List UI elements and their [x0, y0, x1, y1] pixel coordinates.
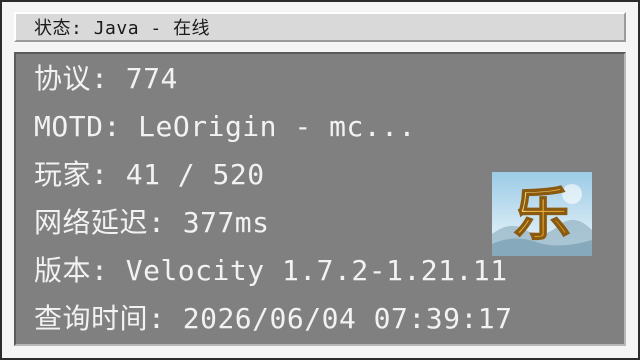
title-separator: :	[71, 18, 94, 39]
latency-label: 网络延迟	[34, 206, 149, 239]
motd-label: MOTD	[34, 110, 104, 143]
title-bar: 状态: Java - 在线	[14, 12, 626, 42]
query-time-value: 2026/06/04 07:39:17	[182, 302, 513, 335]
info-panel: 协议: 774 MOTD: LeOrigin - mc... 玩家: 41 / …	[14, 52, 626, 346]
protocol-row: 协议: 774	[34, 62, 178, 96]
latency-value: 377ms	[182, 206, 270, 239]
version-label: 版本	[34, 254, 92, 287]
title-dash: -	[139, 18, 174, 39]
version-row: 版本: Velocity 1.7.2-1.21.11	[34, 254, 508, 288]
title-label: 状态	[34, 18, 71, 39]
players-row: 玩家: 41 / 520	[34, 158, 265, 192]
online-status: 在线	[173, 18, 211, 39]
icon-glyph: 乐	[514, 183, 570, 248]
protocol-value: 774	[125, 62, 178, 95]
motd-value: LeOrigin - mc...	[138, 110, 416, 143]
players-separator: :	[91, 158, 126, 191]
motd-row: MOTD: LeOrigin - mc...	[34, 110, 416, 144]
protocol-separator: :	[91, 62, 126, 95]
version-separator: :	[91, 254, 126, 287]
edition-text: Java	[93, 18, 140, 39]
latency-row: 网络延迟: 377ms	[34, 206, 270, 240]
title-text: 状态: Java - 在线	[34, 14, 210, 40]
latency-separator: :	[148, 206, 183, 239]
version-value: Velocity 1.7.2-1.21.11	[125, 254, 508, 287]
protocol-label: 协议	[34, 62, 92, 95]
players-value: 41 / 520	[125, 158, 265, 191]
query-time-separator: :	[148, 302, 183, 335]
motd-separator: :	[103, 110, 139, 143]
server-icon: 乐	[492, 172, 592, 256]
server-status-window: 状态: Java - 在线 协议: 774 MOTD: LeOrigin - m…	[0, 0, 640, 360]
query-time-row: 查询时间: 2026/06/04 07:39:17	[34, 302, 513, 336]
players-label: 玩家	[34, 158, 92, 191]
query-time-label: 查询时间	[34, 302, 149, 335]
